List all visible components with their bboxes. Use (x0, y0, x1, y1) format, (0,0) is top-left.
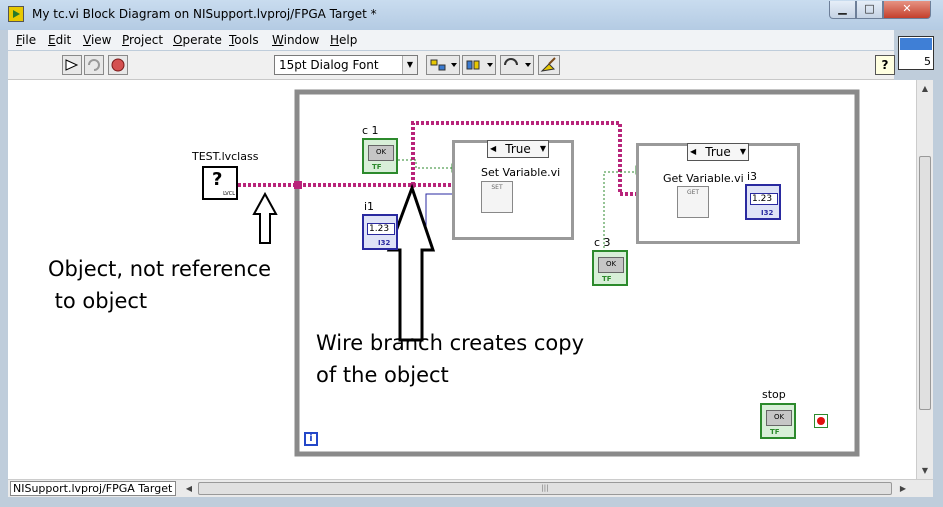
context-help-button[interactable]: ? (875, 55, 895, 75)
ok-button-icon: OK (368, 145, 394, 161)
scroll-up-icon[interactable]: ▲ (917, 80, 933, 97)
distribute-objects-button[interactable] (462, 55, 496, 75)
font-select[interactable]: 15pt Dialog Font ▼ (274, 55, 418, 75)
reorder-button[interactable] (500, 55, 534, 75)
annotation-branch-line1: Wire branch creates copy (316, 331, 585, 355)
i32-type-icon: I32 (761, 209, 774, 217)
block-diagram-window: My tc.vi Block Diagram on NISupport.lvpr… (0, 0, 943, 507)
vi-icon-number: 5 (924, 55, 931, 68)
numeric-display: 1.23 (367, 223, 395, 235)
distribute-icon (466, 60, 493, 70)
font-select-value: 15pt Dialog Font (279, 58, 379, 72)
vertical-scroll-thumb[interactable] (919, 156, 931, 410)
reorder-icon (504, 58, 531, 67)
i3-numeric-indicator[interactable]: 1.23 I32 (745, 184, 781, 220)
cleanup-diagram-button[interactable] (538, 55, 560, 75)
get-variable-subvi[interactable]: GET (677, 186, 709, 218)
loop-condition-terminal[interactable] (814, 414, 828, 428)
block-diagram-canvas[interactable]: TEST.lvclass ? LVCL c 1 OK TF i1 1.23 I3… (8, 80, 916, 479)
case-selector-value: True (705, 145, 731, 159)
scroll-right-icon[interactable]: ▶ (896, 481, 910, 496)
i32-type-icon: I32 (378, 239, 391, 247)
menu-edit[interactable]: Edit (48, 33, 71, 47)
toolbar: 15pt Dialog Font ▼ ? (8, 51, 895, 80)
vi-icon (8, 6, 24, 22)
c1-boolean-control[interactable]: OK TF (362, 138, 398, 174)
broom-icon (540, 57, 556, 72)
case-structure-set[interactable]: ◀ True ▼ Set Variable.vi SET (452, 140, 574, 240)
window-title: My tc.vi Block Diagram on NISupport.lvpr… (32, 7, 377, 21)
abort-stop-icon (111, 58, 125, 72)
title-bar[interactable]: My tc.vi Block Diagram on NISupport.lvpr… (0, 0, 943, 30)
c3-boolean-control[interactable]: OK TF (592, 250, 628, 286)
numeric-display: 1.23 (750, 193, 778, 205)
i3-label: i3 (747, 170, 758, 183)
menu-view[interactable]: View (83, 33, 111, 47)
c3-label: c 3 (594, 236, 611, 249)
vi-icon-bar (900, 38, 932, 50)
set-variable-subvi[interactable]: SET (481, 181, 513, 213)
get-variable-label: Get Variable.vi (663, 172, 744, 185)
horizontal-scroll-thumb[interactable]: ||| (198, 482, 892, 495)
scroll-down-icon[interactable]: ▼ (917, 462, 933, 479)
stop-label: stop (762, 388, 786, 401)
case-selector-get[interactable]: ◀ True ▼ (687, 143, 749, 161)
menu-help[interactable]: Help (330, 33, 357, 47)
run-button[interactable] (62, 55, 82, 75)
case-next-icon: ▼ (539, 144, 546, 153)
loop-tunnel-class (294, 181, 302, 189)
vertical-scrollbar[interactable]: ▲ ▼ (916, 80, 933, 479)
menu-window[interactable]: Window (272, 33, 319, 47)
class-question-icon: ? (212, 169, 223, 190)
class-constant[interactable]: ? LVCL (202, 166, 238, 200)
annotation-object-line2: to object (48, 289, 148, 313)
i1-label: i1 (364, 200, 375, 213)
case-structure-get[interactable]: ◀ True ▼ Get Variable.vi GET i3 1.23 I32 (636, 143, 800, 244)
status-and-scroll-bar: NISupport.lvproj/FPGA Target ◀ ||| ▶ (8, 479, 933, 497)
class-constant-tag: LVCL (223, 191, 235, 197)
close-button[interactable]: ✕ (883, 1, 931, 19)
align-objects-button[interactable] (426, 55, 460, 75)
menu-bar: File Edit View Project Operate Tools Win… (8, 30, 894, 50)
abort-button[interactable] (108, 55, 128, 75)
iteration-terminal[interactable]: i (304, 432, 318, 446)
annotation-branch-line2: of the object (316, 363, 449, 387)
class-constant-label: TEST.lvclass (192, 150, 259, 163)
tf-type-icon: TF (372, 163, 382, 171)
stop-boolean-control[interactable]: OK TF (760, 403, 796, 439)
project-path-status: NISupport.lvproj/FPGA Target (10, 481, 176, 496)
menu-project[interactable]: Project (122, 33, 163, 47)
case-selector-value: True (505, 142, 531, 156)
minimize-button[interactable]: ▁ (829, 1, 856, 19)
set-variable-label: Set Variable.vi (481, 166, 561, 179)
case-prev-icon: ◀ (690, 147, 697, 156)
run-continuously-button[interactable] (84, 55, 104, 75)
ok-button-icon: OK (598, 257, 624, 273)
ok-button-icon: OK (766, 410, 792, 426)
maximize-button[interactable]: □ (856, 1, 883, 19)
menu-file[interactable]: File (16, 33, 36, 47)
vi-icon-pane[interactable]: 5 (898, 36, 934, 70)
c1-label: c 1 (362, 124, 379, 137)
chevron-down-icon: ▼ (402, 56, 417, 74)
scroll-left-icon[interactable]: ◀ (182, 481, 196, 496)
align-icon (430, 59, 457, 71)
i1-numeric-control[interactable]: 1.23 I32 (362, 214, 398, 250)
case-selector-set[interactable]: ◀ True ▼ (487, 140, 549, 158)
menu-operate[interactable]: Operate (173, 33, 222, 47)
run-arrow-icon (65, 59, 79, 71)
run-continuously-icon (88, 59, 100, 71)
annotation-object-line1: Object, not reference (48, 257, 272, 281)
case-next-icon: ▼ (739, 147, 746, 156)
object-arrow-icon (252, 191, 278, 244)
tf-type-icon: TF (770, 428, 780, 436)
case-prev-icon: ◀ (490, 144, 497, 153)
tf-type-icon: TF (602, 275, 612, 283)
menu-tools[interactable]: Tools (229, 33, 259, 47)
